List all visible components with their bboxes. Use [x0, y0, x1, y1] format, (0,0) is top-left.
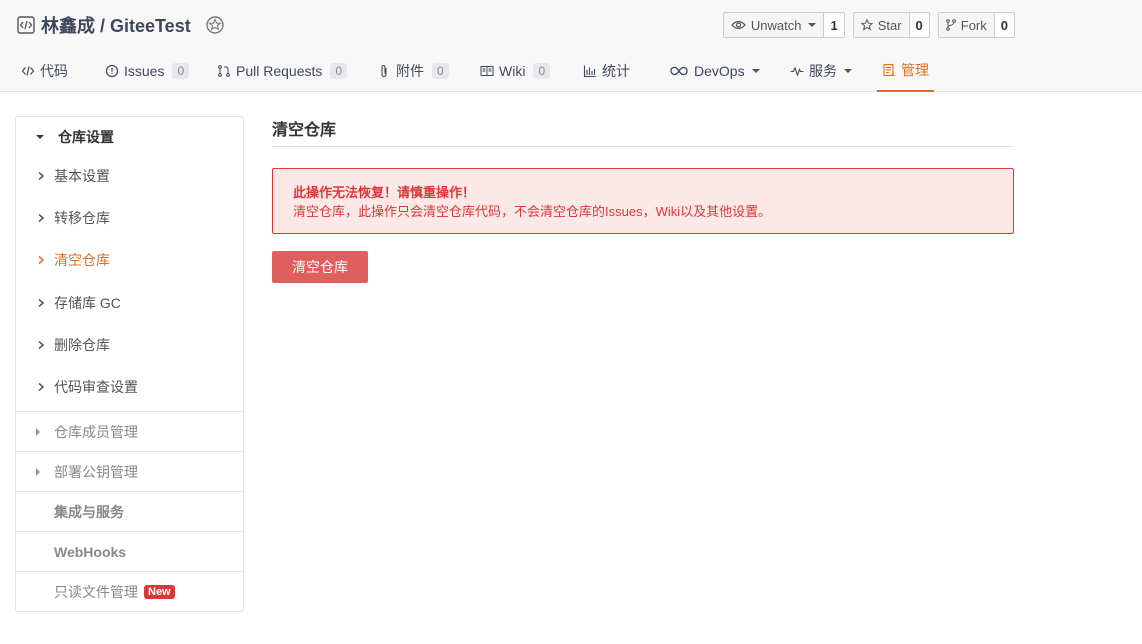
- sidebar-item-label: 代码审查设置: [54, 379, 138, 395]
- repo-actions: Unwatch 1 Star 0 Fork 0: [722, 12, 1015, 38]
- tab-wiki[interactable]: Wiki 0: [480, 50, 551, 92]
- clear-repo-button[interactable]: 清空仓库: [272, 251, 368, 283]
- sidebar-item-delete-repo[interactable]: 删除仓库: [16, 324, 243, 366]
- chevron-right-icon: [38, 255, 45, 265]
- tab-pull-requests-label: Pull Requests: [236, 63, 323, 79]
- sidebar-section-label: WebHooks: [54, 543, 127, 560]
- sidebar-section-members[interactable]: 仓库成员管理: [16, 411, 243, 451]
- sidebar-item-storage-gc[interactable]: 存储库 GC: [16, 282, 243, 324]
- sidebar-section-integrations[interactable]: 集成与服务: [16, 491, 243, 531]
- sidebar-item-label: 存储库 GC: [54, 295, 121, 311]
- sidebar-section-label: 部署公钥管理: [54, 463, 138, 480]
- sidebar-item-label: 转移仓库: [54, 210, 110, 226]
- star-button-group: Star 0: [852, 12, 930, 38]
- eye-icon: [731, 20, 746, 30]
- watch-count[interactable]: 1: [824, 13, 843, 37]
- tab-issues-count: 0: [172, 63, 190, 79]
- star-count[interactable]: 0: [910, 13, 929, 37]
- repo-tabs: 代码 Issues 0 Pull Requests 0 附件 0 Wiki 0 …: [0, 50, 1142, 92]
- fork-count[interactable]: 0: [995, 13, 1014, 37]
- pull-request-icon: [218, 65, 230, 77]
- gvp-badge-icon[interactable]: [205, 15, 225, 35]
- danger-alert: 此操作无法恢复！请慎重操作！ 清空仓库，此操作只会清空仓库代码，不会清空仓库的I…: [272, 168, 1014, 234]
- sidebar-item-label: 基本设置: [54, 168, 110, 184]
- tab-pull-requests-count: 0: [330, 63, 348, 79]
- caret-down-icon: [808, 23, 817, 27]
- repo-header: 林鑫成 / GiteeTest Unwatch 1 Star 0 Fork 0 …: [0, 0, 1142, 92]
- paperclip-icon: [381, 64, 387, 78]
- sidebar-item-code-review-settings[interactable]: 代码审查设置: [16, 366, 243, 408]
- sidebar-section-deploy-keys[interactable]: 部署公钥管理: [16, 451, 243, 491]
- alert-text: 清空仓库，此操作只会清空仓库代码，不会清空仓库的Issues，Wiki以及其他设…: [293, 204, 772, 219]
- repo-title-bar: 林鑫成 / GiteeTest: [17, 12, 225, 38]
- sidebar-item-clear-repo[interactable]: 清空仓库: [16, 239, 243, 281]
- watch-button-group: Unwatch 1: [722, 12, 845, 38]
- watch-label: Unwatch: [750, 17, 802, 33]
- repo-code-icon: [17, 16, 35, 34]
- caret-right-icon: [36, 427, 40, 436]
- star-icon: [860, 19, 873, 31]
- sidebar-item-label: 清空仓库: [54, 252, 110, 268]
- caret-down-icon: [844, 69, 852, 73]
- sidebar-item-basic-settings[interactable]: 基本设置: [16, 155, 243, 197]
- sidebar-item-transfer-repo[interactable]: 转移仓库: [16, 197, 243, 239]
- tab-attachments[interactable]: 附件 0: [377, 50, 449, 92]
- infinity-icon: [670, 66, 688, 76]
- bar-chart-icon: [583, 65, 596, 78]
- tab-wiki-label: Wiki: [499, 63, 526, 79]
- tab-services[interactable]: 服务: [790, 50, 852, 92]
- code-icon: [21, 66, 35, 76]
- sidebar-section-label: 只读文件管理: [54, 583, 138, 600]
- tab-manage-label: 管理: [901, 62, 929, 78]
- new-badge: New: [144, 584, 175, 599]
- tab-devops[interactable]: DevOps: [669, 50, 760, 92]
- tab-wiki-count: 0: [533, 63, 551, 79]
- tab-attachments-label: 附件: [396, 63, 424, 79]
- sidebar-section-readonly-files[interactable]: 只读文件管理 New: [16, 571, 243, 611]
- star-label: Star: [877, 17, 902, 33]
- manage-icon: [883, 63, 895, 77]
- tab-issues[interactable]: Issues 0: [105, 50, 190, 92]
- watch-button[interactable]: Unwatch: [723, 13, 825, 37]
- fork-label: Fork: [960, 17, 987, 33]
- tab-code[interactable]: 代码: [21, 50, 68, 92]
- chevron-right-icon: [38, 382, 45, 392]
- tab-pull-requests[interactable]: Pull Requests 0: [217, 50, 348, 92]
- sidebar-section-label: 集成与服务: [54, 503, 124, 520]
- caret-down-icon: [36, 135, 44, 139]
- fork-icon: [945, 19, 956, 31]
- sidebar-group-repo-settings[interactable]: 仓库设置: [16, 117, 243, 157]
- book-icon: [480, 66, 494, 76]
- pulse-icon: [790, 66, 804, 77]
- repo-name-link[interactable]: 林鑫成 / GiteeTest: [41, 12, 191, 38]
- chevron-right-icon: [38, 340, 45, 350]
- settings-sidebar: 仓库设置 基本设置 转移仓库 清空仓库 存储库 GC 删除仓库 代码审查设置 仓…: [15, 116, 244, 612]
- sidebar-section-label: 仓库成员管理: [54, 423, 138, 440]
- chevron-right-icon: [38, 171, 45, 181]
- tab-stats[interactable]: 统计: [583, 50, 630, 92]
- tab-issues-label: Issues: [124, 63, 165, 79]
- tab-code-label: 代码: [40, 63, 68, 79]
- sidebar-section-webhooks[interactable]: WebHooks: [16, 531, 243, 571]
- sidebar-group-title: 仓库设置: [58, 129, 114, 145]
- tab-devops-label: DevOps: [694, 63, 745, 79]
- fork-button-group: Fork 0: [937, 12, 1015, 38]
- tab-manage[interactable]: 管理: [877, 50, 934, 92]
- tab-services-label: 服务: [809, 63, 837, 79]
- issue-icon: [105, 64, 119, 78]
- chevron-right-icon: [38, 298, 45, 308]
- alert-title: 此操作无法恢复！请慎重操作！: [293, 185, 476, 200]
- tab-stats-label: 统计: [602, 63, 630, 79]
- fork-button[interactable]: Fork: [938, 13, 995, 37]
- chevron-right-icon: [38, 213, 45, 223]
- main-content: 清空仓库 此操作无法恢复！请慎重操作！ 清空仓库，此操作只会清空仓库代码，不会清…: [272, 116, 1014, 283]
- caret-right-icon: [36, 467, 40, 476]
- star-button[interactable]: Star: [853, 13, 910, 37]
- tab-attachments-count: 0: [432, 63, 449, 79]
- sidebar-item-label: 删除仓库: [54, 337, 110, 353]
- page-title: 清空仓库: [272, 116, 1014, 147]
- caret-down-icon: [751, 69, 760, 73]
